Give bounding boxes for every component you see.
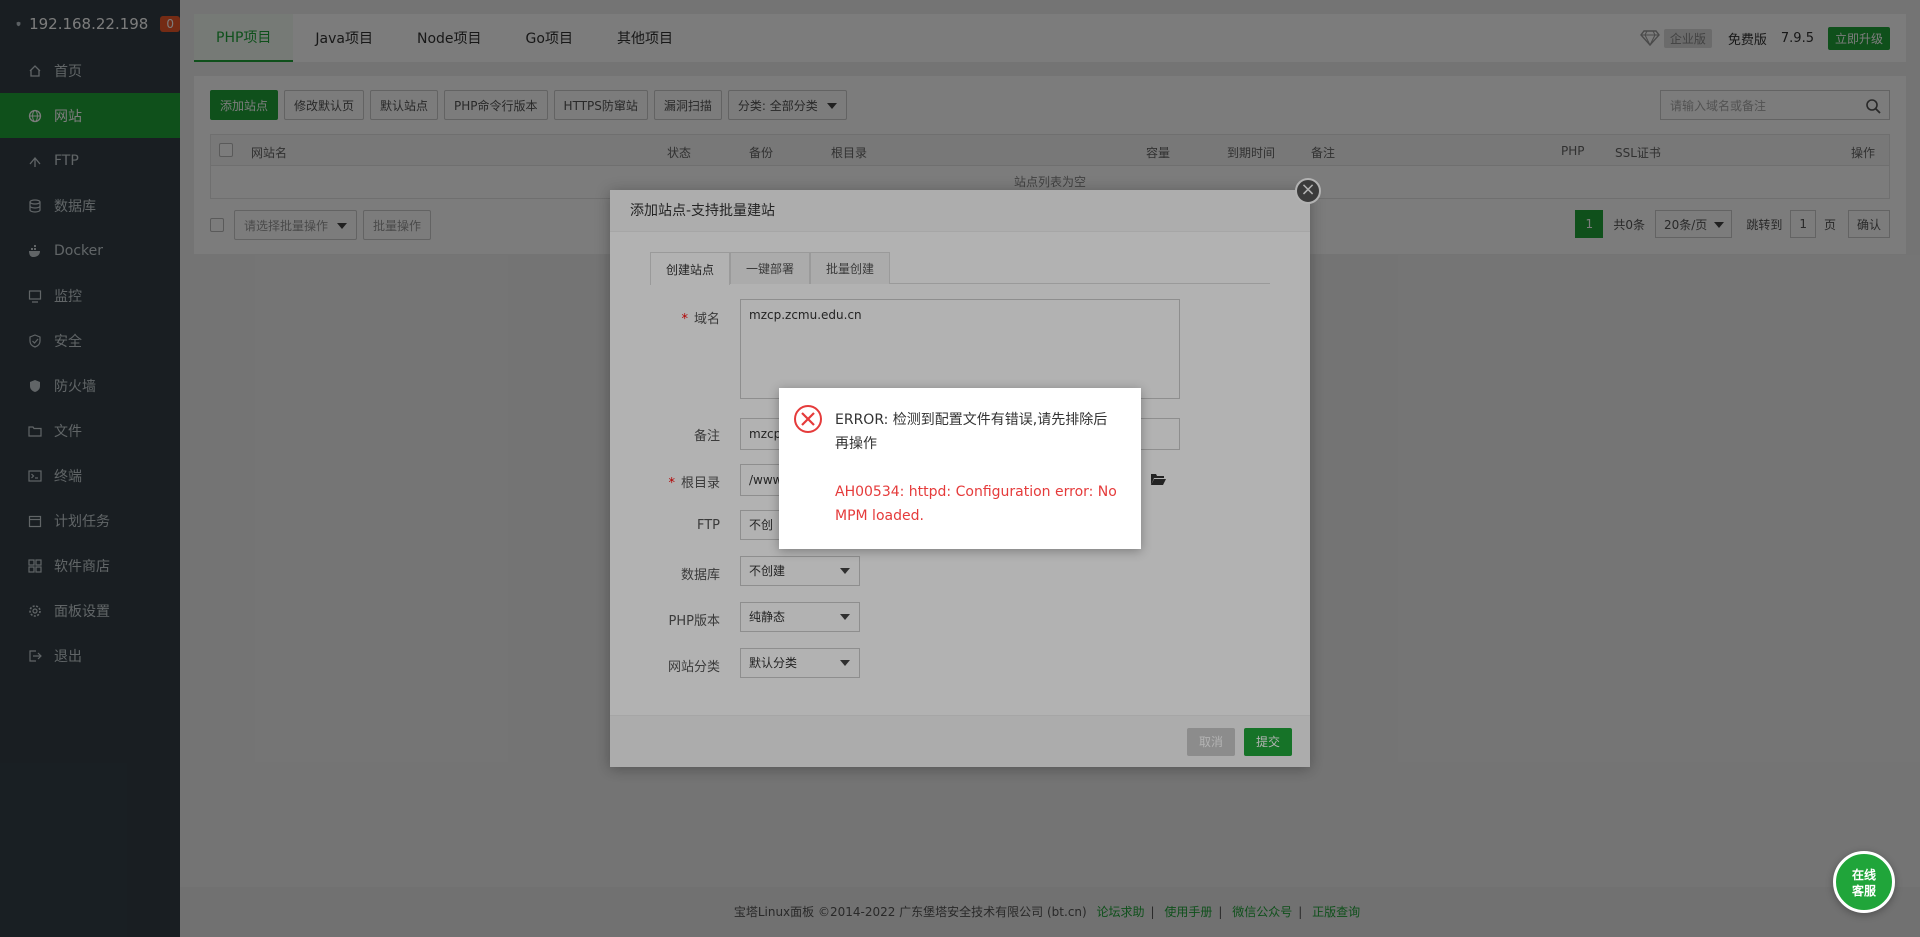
- chat-line2: 客服: [1851, 884, 1876, 898]
- error-circle-icon: [794, 405, 822, 433]
- chat-line1: 在线: [1851, 868, 1876, 882]
- error-message: ERROR: 检测到配置文件有错误,请先排除后再操作: [835, 412, 1108, 452]
- error-detail: AH00534: httpd: Configuration error: No …: [835, 484, 1117, 524]
- error-dialog: ERROR: 检测到配置文件有错误,请先排除后再操作 AH00534: http…: [779, 388, 1141, 549]
- online-support-button[interactable]: 在线 客服: [1833, 851, 1895, 913]
